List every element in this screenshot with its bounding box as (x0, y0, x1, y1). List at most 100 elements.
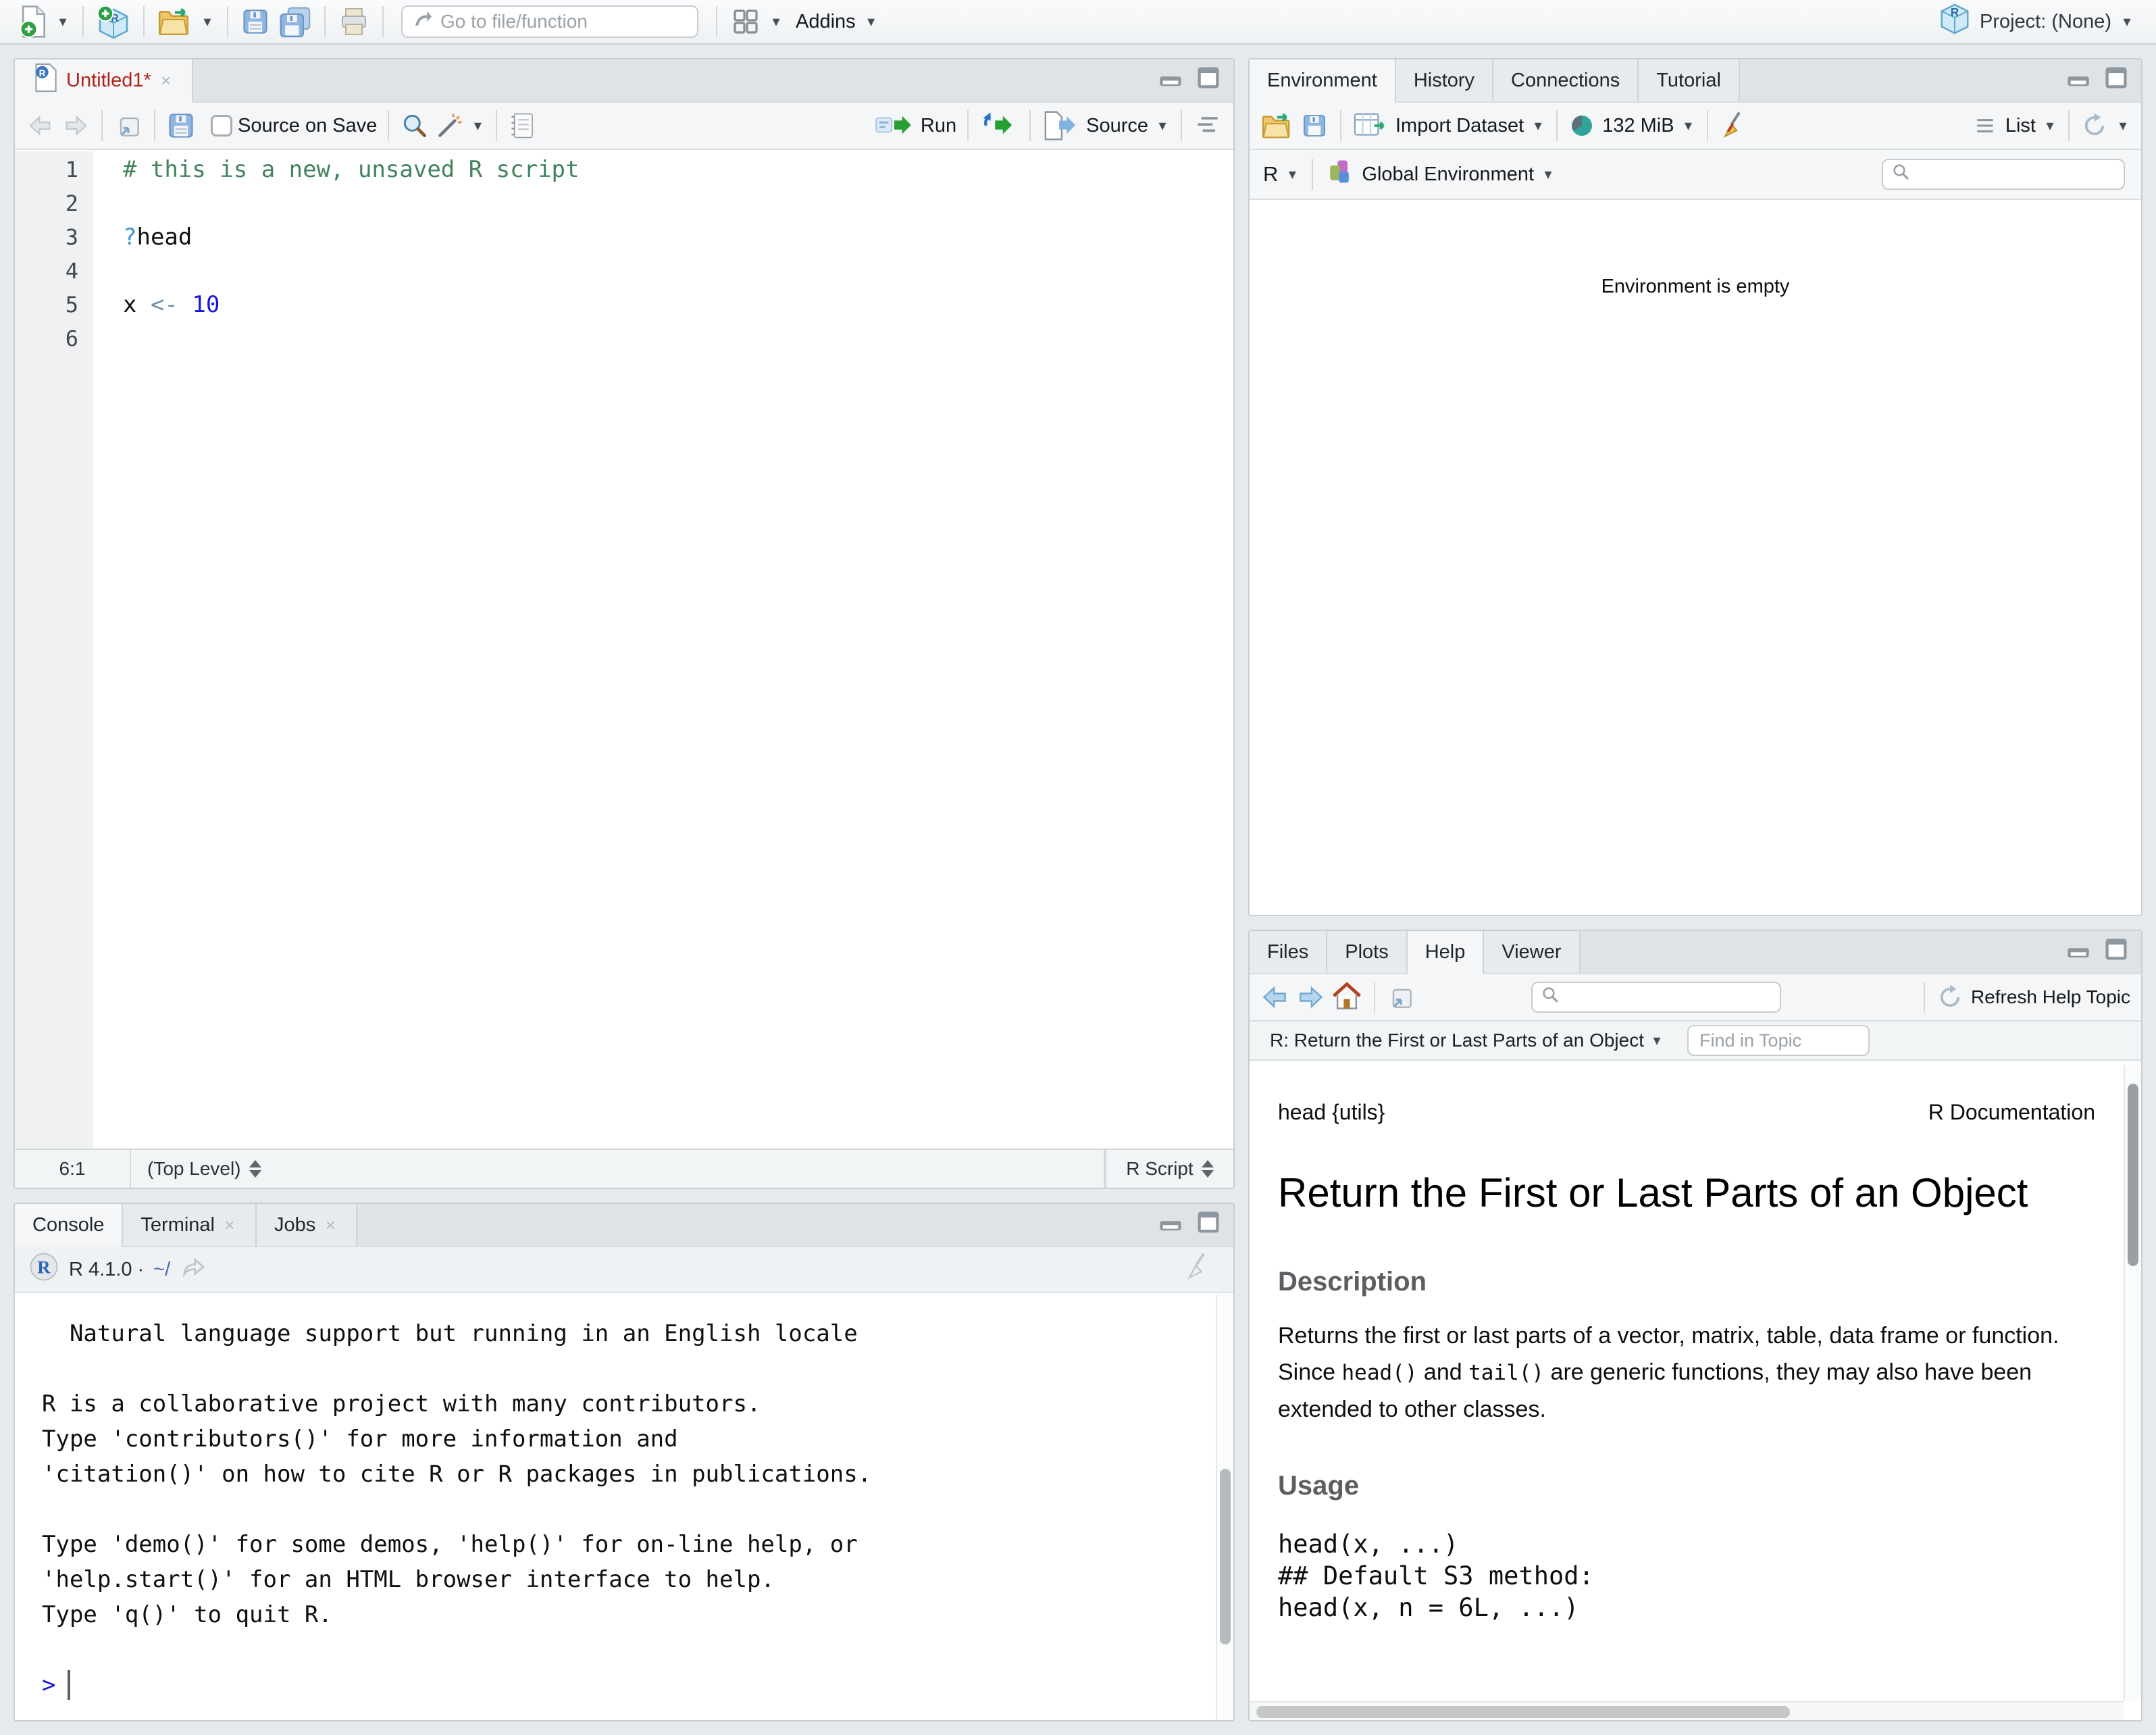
back-icon[interactable] (26, 107, 55, 144)
help-vertical-scrollbar-thumb[interactable] (2128, 1084, 2138, 1266)
search-icon[interactable] (400, 107, 430, 144)
refresh-caret-icon[interactable] (2115, 118, 2130, 133)
maximize-pane-icon[interactable] (1196, 1209, 1221, 1240)
tab-console[interactable]: Console (15, 1204, 124, 1247)
environment-search-input[interactable] (1917, 164, 2117, 185)
source-pane: R Untitled1* Source on Save (14, 58, 1235, 1189)
help-pane: Files Plots Help Viewer Refresh Help Top… (1248, 930, 2142, 1721)
working-directory-link[interactable]: ~/ (153, 1259, 170, 1281)
save-workspace-icon[interactable] (1300, 107, 1329, 144)
minimize-pane-icon[interactable] (2064, 67, 2093, 94)
tab-jobs[interactable]: Jobs (257, 1204, 358, 1246)
maximize-pane-icon[interactable] (1196, 65, 1221, 96)
help-topic-selector[interactable]: R: Return the First or Last Parts of an … (1270, 1030, 1644, 1051)
code-tools-caret-icon[interactable] (470, 118, 485, 133)
memory-usage-label: 132 MiB (1602, 114, 1674, 136)
code-editor[interactable]: 1 # this is a new, unsaved R script 2 3 ?hea… (15, 151, 1233, 1149)
new-file-icon[interactable] (18, 3, 49, 40)
memory-usage-button[interactable]: 132 MiB (1568, 112, 1695, 139)
import-dataset-button[interactable]: Import Dataset (1352, 110, 1545, 141)
panes-caret-icon[interactable] (769, 14, 784, 29)
source-on-save-label: Source on Save (238, 114, 378, 136)
source-on-save-checkbox[interactable] (211, 115, 232, 136)
close-icon[interactable] (158, 70, 174, 91)
global-environment-selector[interactable]: Global Environment (1325, 157, 1556, 192)
run-button[interactable]: Run (875, 110, 956, 141)
console-scrollbar-thumb[interactable] (1220, 1469, 1231, 1644)
save-all-icon[interactable] (277, 3, 312, 40)
save-icon[interactable] (166, 107, 196, 144)
console-output[interactable]: Natural language support but running in … (15, 1294, 1233, 1720)
maximize-pane-icon[interactable] (2103, 936, 2129, 967)
open-file-caret-icon[interactable] (200, 14, 215, 29)
help-vertical-scrollbar[interactable] (2124, 1065, 2141, 1701)
popout-icon[interactable] (113, 107, 143, 144)
scope-selector[interactable]: (Top Level) (131, 1150, 1105, 1188)
help-horizontal-scrollbar[interactable] (1250, 1701, 2124, 1720)
toolbar-separator (1340, 110, 1341, 141)
source-button[interactable]: Source (1042, 109, 1170, 142)
maximize-pane-icon[interactable] (2103, 65, 2129, 96)
addins-button[interactable]: Addins (796, 11, 856, 33)
environment-search-box[interactable] (1882, 159, 2125, 190)
compile-report-icon[interactable] (508, 107, 538, 144)
refresh-environment-button[interactable] (2080, 111, 2130, 140)
tab-plots[interactable]: Plots (1327, 931, 1408, 973)
refresh-help-topic-button[interactable]: Refresh Help Topic (1936, 983, 2130, 1011)
forward-icon[interactable] (1295, 979, 1325, 1015)
code-tools-wand-icon[interactable] (435, 107, 465, 144)
forward-icon[interactable] (61, 107, 91, 144)
project-selector[interactable]: R Project: (None) (1938, 2, 2138, 41)
source-caret-icon[interactable] (1155, 118, 1170, 133)
clear-console-broom-icon[interactable] (1183, 1251, 1220, 1288)
minimize-pane-icon[interactable] (1156, 67, 1185, 94)
minimize-pane-icon[interactable] (1156, 1211, 1185, 1238)
goto-file-function-box[interactable] (401, 5, 698, 38)
tab-tutorial[interactable]: Tutorial (1639, 59, 1740, 101)
help-topic-caret-icon[interactable] (1649, 1033, 1664, 1048)
home-icon[interactable] (1331, 979, 1363, 1015)
tab-help[interactable]: Help (1407, 931, 1485, 974)
tab-untitled1[interactable]: R Untitled1* (15, 59, 193, 103)
load-workspace-icon[interactable] (1260, 107, 1294, 144)
new-file-caret-icon[interactable] (55, 14, 70, 29)
import-dataset-caret-icon[interactable] (1531, 118, 1545, 133)
open-file-icon[interactable] (157, 3, 193, 40)
back-icon[interactable] (1260, 979, 1290, 1015)
new-project-icon[interactable]: R (96, 3, 131, 40)
console-scrollbar[interactable] (1216, 1294, 1233, 1720)
help-horizontal-scrollbar-thumb[interactable] (1256, 1706, 1790, 1718)
document-outline-icon[interactable] (1193, 107, 1223, 144)
file-type-selector[interactable]: R Script (1105, 1150, 1233, 1188)
tab-connections[interactable]: Connections (1493, 59, 1639, 101)
tab-viewer[interactable]: Viewer (1484, 931, 1581, 973)
usage-code: head(x, ...) ## Default S3 method: head(… (1278, 1530, 1594, 1622)
tab-files[interactable]: Files (1250, 931, 1328, 973)
popout-icon[interactable] (1386, 979, 1416, 1015)
list-view-caret-icon[interactable] (2043, 118, 2057, 133)
goto-file-function-input[interactable] (440, 11, 689, 32)
panes-grid-icon[interactable] (729, 3, 762, 40)
memory-caret-icon[interactable] (1681, 118, 1696, 133)
save-icon[interactable] (240, 3, 270, 40)
addins-caret-icon[interactable] (864, 14, 879, 29)
rerun-icon[interactable] (979, 107, 1019, 144)
search-icon (1539, 984, 1561, 1011)
find-in-topic-input[interactable] (1687, 1025, 1870, 1056)
help-tabbar: Files Plots Help Viewer (1250, 931, 2141, 974)
change-directory-icon[interactable] (180, 1253, 208, 1286)
tab-history[interactable]: History (1395, 59, 1494, 101)
minimize-pane-icon[interactable] (2064, 938, 2093, 965)
console-prompt-line[interactable]: > (42, 1667, 1233, 1703)
language-selector[interactable]: R (1263, 162, 1300, 186)
help-search-box[interactable] (1531, 982, 1782, 1013)
help-search-input[interactable] (1566, 986, 1774, 1008)
clear-environment-broom-icon[interactable] (1719, 107, 1750, 144)
tab-terminal[interactable]: Terminal (123, 1204, 257, 1246)
help-document[interactable]: head {utils} R Documentation Return the … (1250, 1065, 2124, 1701)
close-icon[interactable] (222, 1215, 238, 1236)
tab-environment[interactable]: Environment (1250, 59, 1396, 103)
print-icon[interactable] (338, 3, 370, 40)
list-view-button[interactable]: List (1972, 112, 2057, 139)
close-icon[interactable] (322, 1215, 338, 1236)
